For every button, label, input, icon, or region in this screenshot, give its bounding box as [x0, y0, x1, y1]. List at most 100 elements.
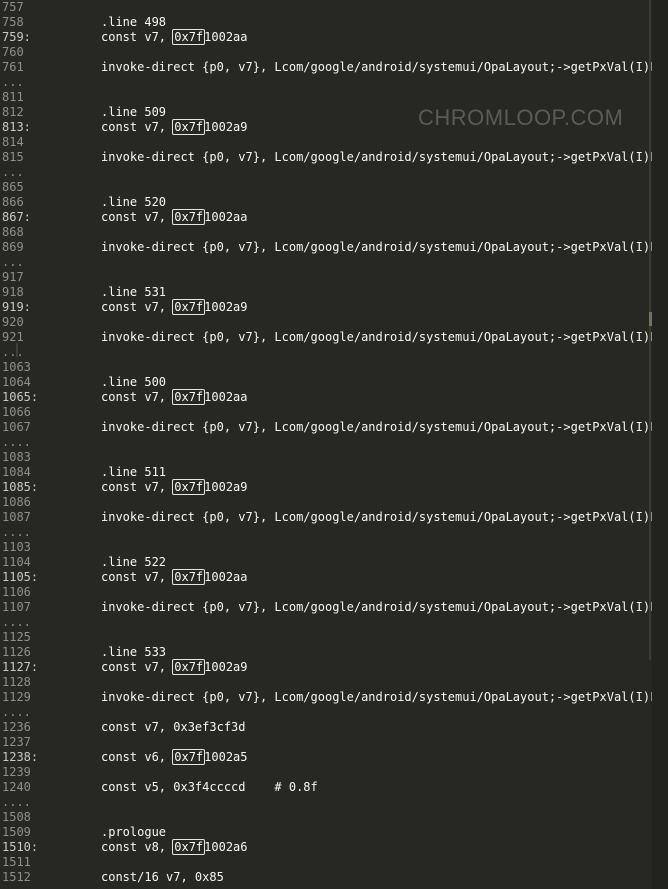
search-highlight[interactable]: 0x7f — [172, 209, 206, 225]
match-line[interactable]: 1238: const v6, 0x7f1002a5 — [0, 749, 652, 765]
match-line[interactable]: 919: const v7, 0x7f1002a9 — [0, 299, 652, 315]
line-number: 1066 — [2, 405, 31, 419]
code-line[interactable]: 814 — [0, 135, 652, 150]
code-line[interactable]: 918 .line 531 — [0, 285, 652, 300]
code-line[interactable]: 1129 invoke-direct {p0, v7}, Lcom/google/… — [0, 690, 652, 705]
code-line[interactable]: 760 — [0, 45, 652, 60]
code-line[interactable]: 757 — [0, 0, 652, 15]
code-text: invoke-direct {p0, v7}, Lcom/google/andr… — [101, 150, 652, 164]
code-line[interactable]: 1066 — [0, 405, 652, 420]
line-number: ... — [2, 255, 24, 269]
separator-line[interactable]: .... — [0, 795, 652, 810]
code-suffix: 1002a9 — [204, 300, 248, 314]
separator-line[interactable]: .... — [0, 525, 652, 540]
line-number: 759: — [2, 30, 31, 44]
code-line[interactable]: 1512 const/16 v7, 0x85 — [0, 870, 652, 885]
code-text: const v7, 0x7f1002a9 — [101, 479, 248, 495]
search-highlight[interactable]: 0x7f — [172, 299, 206, 315]
separator-line[interactable]: ... — [0, 345, 652, 360]
search-highlight[interactable]: 0x7f — [172, 569, 206, 585]
match-line[interactable]: 1065: const v7, 0x7f1002aa — [0, 389, 652, 405]
search-results-editor[interactable]: 757 758 .line 498 759: const v7, 0x7f1002aa 7… — [0, 0, 652, 889]
line-number: 1063 — [2, 360, 31, 374]
match-line[interactable]: 1105: const v7, 0x7f1002aa — [0, 569, 652, 585]
code-line[interactable]: 1064 .line 500 — [0, 375, 652, 390]
search-highlight[interactable]: 0x7f — [172, 659, 206, 675]
code-text: .line 533 — [101, 645, 167, 659]
match-line[interactable]: 1127: const v7, 0x7f1002a9 — [0, 659, 652, 675]
minimap-viewport-marker[interactable] — [649, 312, 652, 326]
line-number: .... — [2, 525, 31, 539]
code-text: const v8, 0x7f1002a6 — [101, 839, 248, 855]
separator-line[interactable]: ... — [0, 75, 652, 90]
code-line[interactable]: 920 — [0, 315, 652, 330]
line-number: 1239 — [2, 765, 31, 779]
code-line[interactable]: 869 invoke-direct {p0, v7}, Lcom/google/a… — [0, 240, 652, 255]
code-text: const v6, 0x7f1002a5 — [101, 749, 248, 765]
separator-line[interactable]: .... — [0, 705, 652, 720]
line-number: 1129 — [2, 690, 31, 704]
match-line[interactable]: 1510: const v8, 0x7f1002a6 — [0, 839, 652, 855]
code-line[interactable]: 1067 invoke-direct {p0, v7}, Lcom/google/… — [0, 420, 652, 435]
separator-line[interactable]: .... — [0, 615, 652, 630]
code-line[interactable]: 1063 — [0, 360, 652, 375]
code-line[interactable]: 1084 .line 511 — [0, 465, 652, 480]
code-line[interactable]: 1239 — [0, 765, 652, 780]
code-line[interactable]: 1128 — [0, 675, 652, 690]
code-prefix: const v7, — [101, 660, 174, 674]
search-highlight[interactable]: 0x7f — [172, 479, 206, 495]
code-prefix: const v7, — [101, 210, 174, 224]
code-line[interactable]: 1236 const v7, 0x3ef3cf3d — [0, 720, 652, 735]
code-line[interactable]: 1087 invoke-direct {p0, v7}, Lcom/google/… — [0, 510, 652, 525]
match-line[interactable]: 1085: const v7, 0x7f1002a9 — [0, 479, 652, 495]
code-text: .line 498 — [101, 15, 167, 29]
vertical-scrollbar[interactable] — [652, 0, 668, 889]
separator-line[interactable]: ... — [0, 165, 652, 180]
code-line[interactable]: 1511 — [0, 855, 652, 870]
code-line[interactable]: 1125 — [0, 630, 652, 645]
code-line[interactable]: 1240 const v5, 0x3f4ccccd # 0.8f — [0, 780, 652, 795]
line-number: 919: — [2, 300, 31, 314]
code-line[interactable]: 1083 — [0, 450, 652, 465]
search-highlight[interactable]: 0x7f — [172, 389, 206, 405]
code-line[interactable]: 1126 .line 533 — [0, 645, 652, 660]
line-number: 865 — [2, 180, 24, 194]
separator-line[interactable]: ... — [0, 255, 652, 270]
code-line[interactable]: 761 invoke-direct {p0, v7}, Lcom/google/a… — [0, 60, 652, 75]
code-line[interactable]: 1237 — [0, 735, 652, 750]
search-highlight[interactable]: 0x7f — [172, 29, 206, 45]
code-text: invoke-direct {p0, v7}, Lcom/google/andr… — [101, 240, 652, 254]
code-line[interactable]: 811 — [0, 90, 652, 105]
line-number: 1240 — [2, 780, 31, 794]
line-number: 1084 — [2, 465, 31, 479]
line-number: 1238: — [2, 750, 39, 764]
match-line[interactable]: 867: const v7, 0x7f1002aa — [0, 209, 652, 225]
code-line[interactable]: 815 invoke-direct {p0, v7}, Lcom/google/a… — [0, 150, 652, 165]
line-number: 812 — [2, 105, 24, 119]
code-prefix: const v6, — [101, 750, 174, 764]
code-line[interactable]: 865 — [0, 180, 652, 195]
code-prefix: const v8, — [101, 840, 174, 854]
separator-line[interactable]: .... — [0, 435, 652, 450]
search-highlight[interactable]: 0x7f — [172, 839, 206, 855]
code-line[interactable]: 1509 .prologue — [0, 825, 652, 840]
code-text: .line 509 — [101, 105, 167, 119]
code-line[interactable]: 1103 — [0, 540, 652, 555]
code-line[interactable]: 1508 — [0, 810, 652, 825]
code-line[interactable]: 758 .line 498 — [0, 15, 652, 30]
code-suffix: 1002a9 — [204, 660, 248, 674]
code-line[interactable]: 868 — [0, 225, 652, 240]
code-line[interactable]: 1107 invoke-direct {p0, v7}, Lcom/google/… — [0, 600, 652, 615]
code-line[interactable]: 1106 — [0, 585, 652, 600]
line-number: 1107 — [2, 600, 31, 614]
code-line[interactable]: 917 — [0, 270, 652, 285]
code-line[interactable]: 1104 .line 522 — [0, 555, 652, 570]
code-line[interactable]: 866 .line 520 — [0, 195, 652, 210]
search-highlight[interactable]: 0x7f — [172, 749, 206, 765]
match-line[interactable]: 759: const v7, 0x7f1002aa — [0, 29, 652, 45]
code-line[interactable]: 921 invoke-direct {p0, v7}, Lcom/google/a… — [0, 330, 652, 345]
code-prefix: const v7, — [101, 120, 174, 134]
search-highlight[interactable]: 0x7f — [172, 119, 206, 135]
line-number: 1510: — [2, 840, 39, 854]
code-line[interactable]: 1086 — [0, 495, 652, 510]
